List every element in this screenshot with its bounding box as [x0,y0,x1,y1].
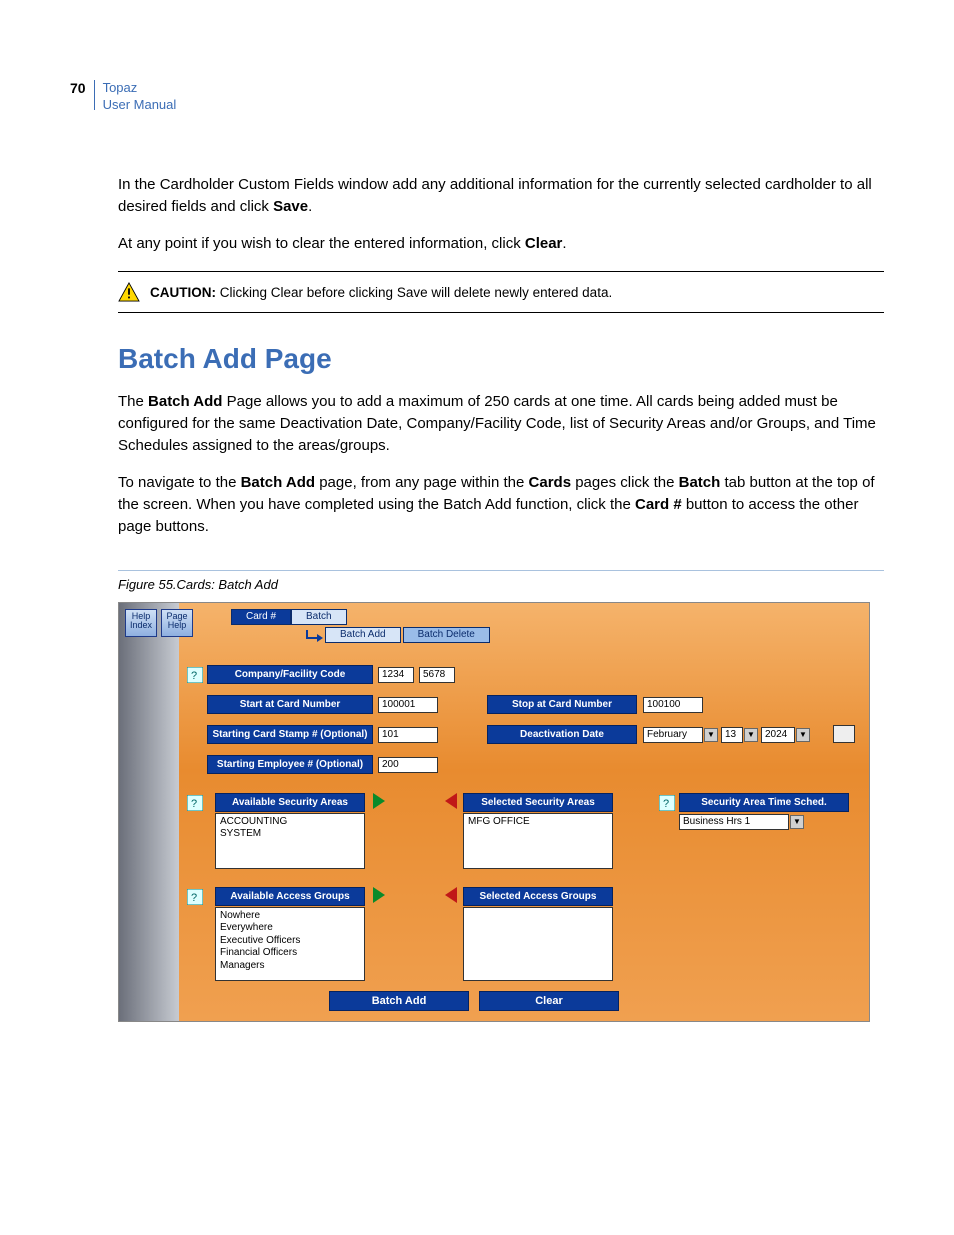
move-left-icon[interactable] [445,793,457,809]
move-left-icon[interactable] [445,887,457,903]
caution-box: CAUTION: Clicking Clear before clicking … [118,271,884,313]
page-help-button[interactable]: Page Help [161,609,193,637]
section-para-1: The Batch Add Page allows you to add a m… [118,391,884,456]
doc-title: Topaz User Manual [103,80,177,114]
list-item[interactable]: Financial Officers [220,947,360,960]
list-selected-security[interactable]: MFG OFFICE [463,813,613,869]
help-icon[interactable]: ? [187,667,203,683]
help-icon[interactable]: ? [187,795,203,811]
tab-batch-delete[interactable]: Batch Delete [403,627,490,643]
input-facility-code[interactable]: 5678 [419,667,455,683]
svg-text:?: ? [191,670,197,682]
header-avail-groups: Available Access Groups [215,887,365,906]
input-starting-stamp[interactable]: 101 [378,727,438,743]
chevron-down-icon[interactable]: ▼ [704,728,718,742]
svg-text:?: ? [191,798,197,810]
select-time-sched[interactable]: Business Hrs 1 [679,814,789,830]
figure-caption: Figure 55.Cards: Batch Add [118,577,884,592]
select-deact-year[interactable]: 2024 [761,727,795,743]
help-index-button[interactable]: Help Index [125,609,157,637]
page-number: 70 [70,80,86,96]
section-para-2: To navigate to the Batch Add page, from … [118,472,884,537]
doc-title-line2: User Manual [103,97,177,114]
select-deact-day[interactable]: 13 [721,727,743,743]
list-item[interactable]: Nowhere [220,910,360,923]
chevron-down-icon[interactable]: ▼ [744,728,758,742]
label-company-facility: Company/Facility Code [207,665,373,684]
topbar: Help Index Page Help Card # Batch Batch … [125,609,490,643]
list-avail-security[interactable]: ACCOUNTING SYSTEM [215,813,365,869]
list-avail-groups[interactable]: Nowhere Everywhere Executive Officers Fi… [215,907,365,981]
list-item[interactable]: Managers [220,960,360,973]
list-item[interactable]: Everywhere [220,922,360,935]
tab-batch[interactable]: Batch [291,609,347,625]
doc-title-line1: Topaz [103,80,177,97]
caution-text: CAUTION: Clicking Clear before clicking … [150,285,612,300]
list-item[interactable]: MFG OFFICE [468,816,608,829]
move-right-icon[interactable] [373,887,385,903]
chevron-down-icon[interactable]: ▼ [796,728,810,742]
svg-text:?: ? [663,798,669,810]
intro-para-1: In the Cardholder Custom Fields window a… [118,174,884,218]
warning-icon [118,282,140,302]
figure-divider [118,570,884,571]
header-selected-security: Selected Security Areas [463,793,613,812]
input-company-code[interactable]: 1234 [378,667,414,683]
header-avail-security: Available Security Areas [215,793,365,812]
label-starting-stamp: Starting Card Stamp # (Optional) [207,725,373,744]
clear-button[interactable]: Clear [479,991,619,1011]
label-stop-card: Stop at Card Number [487,695,637,714]
intro-para-2: At any point if you wish to clear the en… [118,233,884,255]
page-header: 70 Topaz User Manual [70,80,884,114]
input-stop-card[interactable]: 100100 [643,697,703,713]
screenshot-batch-add: Help Index Page Help Card # Batch Batch … [118,602,870,1022]
list-item[interactable]: Executive Officers [220,935,360,948]
label-deactivation: Deactivation Date [487,725,637,744]
header-time-sched: Security Area Time Sched. [679,793,849,812]
batch-add-button[interactable]: Batch Add [329,991,469,1011]
select-deact-month[interactable]: February [643,727,703,743]
list-item[interactable]: ACCOUNTING [220,816,360,829]
header-selected-groups: Selected Access Groups [463,887,613,906]
svg-text:?: ? [191,892,197,904]
help-icon[interactable]: ? [187,889,203,905]
list-selected-groups[interactable] [463,907,613,981]
header-divider [94,80,95,110]
sub-arrow-icon [305,628,323,642]
label-start-card: Start at Card Number [207,695,373,714]
list-item[interactable]: SYSTEM [220,828,360,841]
section-title: Batch Add Page [118,343,884,375]
help-icon[interactable]: ? [659,795,675,811]
chevron-down-icon[interactable]: ▼ [790,815,804,829]
move-right-icon[interactable] [373,793,385,809]
input-starting-employee[interactable]: 200 [378,757,438,773]
tab-batch-add[interactable]: Batch Add [325,627,401,643]
calendar-icon[interactable] [833,725,855,743]
tab-card-number[interactable]: Card # [231,609,291,625]
input-start-card[interactable]: 100001 [378,697,438,713]
label-starting-employee: Starting Employee # (Optional) [207,755,373,774]
